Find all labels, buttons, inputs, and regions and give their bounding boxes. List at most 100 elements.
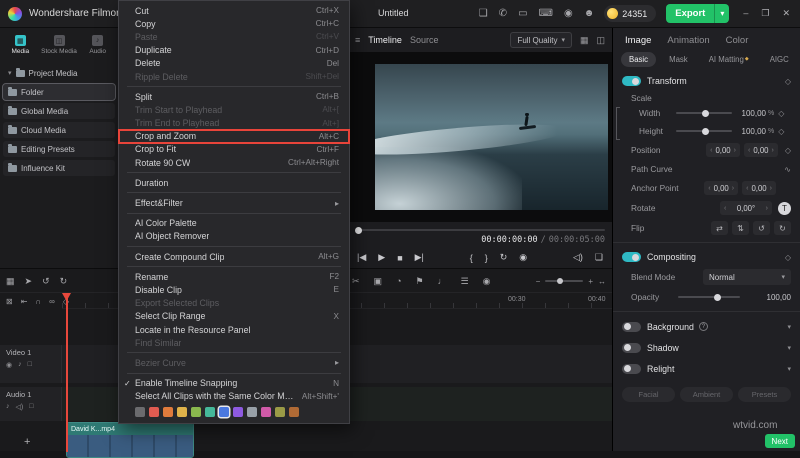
media-folder-item[interactable]: Influence Kit xyxy=(3,160,115,176)
menu-item[interactable]: Create Compound Clip Alt+G xyxy=(119,250,349,263)
rotate-ccw-button[interactable]: ↺ xyxy=(753,221,770,235)
background-toggle[interactable] xyxy=(622,321,641,332)
menu-item[interactable]: Select All Clips with the Same Color Mar… xyxy=(119,390,349,403)
increment-icon[interactable]: › xyxy=(734,147,736,154)
anchor-x-input[interactable]: ‹ 0,00 › xyxy=(704,181,739,195)
opacity-slider[interactable] xyxy=(678,293,740,301)
mute-icon[interactable]: ♪ xyxy=(6,403,10,411)
close-button[interactable]: ✕ xyxy=(782,8,790,19)
gift-icon[interactable]: ❑ xyxy=(479,8,488,19)
zoom-slider-handle[interactable] xyxy=(556,278,563,284)
media-tab-stock-media[interactable]: ◫ Stock Media xyxy=(41,32,78,58)
add-track-button[interactable]: + xyxy=(24,436,30,448)
credits-badge[interactable]: 24351 xyxy=(604,5,657,22)
media-tab-audio[interactable]: ♪ Audio xyxy=(79,32,116,58)
link-icon[interactable]: ∞ xyxy=(49,297,55,306)
tab-image[interactable]: Image xyxy=(625,35,651,46)
tab-color[interactable]: Color xyxy=(726,35,749,46)
compare-view-icon[interactable]: ◫ xyxy=(596,35,605,46)
decrement-icon[interactable]: ‹ xyxy=(746,185,748,192)
menu-item[interactable]: Duplicate Ctrl+D xyxy=(119,44,349,57)
snapshot-icon[interactable]: ◉ xyxy=(519,252,527,263)
notifications-icon[interactable]: ◉ xyxy=(564,8,573,19)
path-curve-icon[interactable]: ∿ xyxy=(784,165,791,174)
menu-item[interactable]: Select Clip Range X xyxy=(119,310,349,323)
color-mark-swatch[interactable] xyxy=(219,406,229,417)
width-value[interactable]: 100,00 xyxy=(739,109,766,118)
zoom-out-icon[interactable]: − xyxy=(536,277,541,286)
media-folder-item[interactable]: Editing Presets xyxy=(3,141,115,157)
tab-source[interactable]: Source xyxy=(410,35,439,45)
menu-item[interactable]: Rotate 90 CW Ctrl+Alt+Right xyxy=(119,156,349,169)
next-button[interactable]: Next xyxy=(764,434,795,448)
keyframe-diamond-icon[interactable]: ◇ xyxy=(778,127,784,136)
stop-icon[interactable]: ■ xyxy=(397,253,402,263)
pointer-tool-icon[interactable]: ➤ xyxy=(25,276,33,287)
maximize-button[interactable]: ❐ xyxy=(761,8,769,19)
increment-icon[interactable]: › xyxy=(770,185,772,192)
facial-button[interactable]: Facial xyxy=(622,387,675,402)
blend-mode-select[interactable]: Normal ▾ xyxy=(703,269,791,285)
decrement-icon[interactable]: ‹ xyxy=(710,147,712,154)
menu-item[interactable]: Crop and Zoom Alt+C xyxy=(118,128,350,144)
color-mark-swatch[interactable] xyxy=(191,406,201,417)
color-mark-swatch[interactable] xyxy=(135,406,145,417)
flip-vertical-button[interactable]: ⇅ xyxy=(732,221,749,235)
shadow-toggle[interactable] xyxy=(622,342,641,353)
anchor-y-input[interactable]: ‹ 0,00 › xyxy=(742,181,776,195)
speaker-icon[interactable]: ◁) xyxy=(573,252,583,263)
scrubber-handle[interactable] xyxy=(355,226,362,234)
color-mark-swatch[interactable] xyxy=(275,406,285,417)
track-header[interactable]: Audio 1 ♪ ◁) □ xyxy=(0,387,62,421)
increment-icon[interactable]: › xyxy=(766,205,768,212)
next-frame-icon[interactable]: ▶| xyxy=(415,252,424,263)
menu-item[interactable]: Rename F2 xyxy=(119,270,349,283)
menu-item[interactable]: Disable Clip E xyxy=(119,283,349,296)
mute-icon[interactable]: ♪ xyxy=(18,361,22,369)
eye-icon[interactable]: ◉ xyxy=(6,361,12,369)
preview-scrubber[interactable] xyxy=(348,225,612,235)
keyframe-diamond-icon[interactable]: ◇ xyxy=(785,146,791,155)
mixer-icon[interactable]: ☰ xyxy=(461,276,469,287)
menu-item[interactable]: Effect&Filter ▸ xyxy=(119,196,349,209)
track-header[interactable]: Video 1 ◉ ♪ □ xyxy=(0,345,62,383)
decrement-icon[interactable]: ‹ xyxy=(724,205,726,212)
color-mark-swatch[interactable] xyxy=(233,406,243,417)
media-folder-item[interactable]: ▾ Project Media xyxy=(3,65,115,81)
lock-icon[interactable]: □ xyxy=(29,403,33,411)
rotate-cw-button[interactable]: ↻ xyxy=(774,221,791,235)
media-folder-item[interactable]: Cloud Media xyxy=(3,122,115,138)
delete-icon[interactable]: ⊠ xyxy=(6,297,13,306)
snapshot-icon[interactable]: ◉ xyxy=(483,276,491,287)
panel-toggle-icon[interactable]: ≡ xyxy=(355,35,360,45)
undo-icon[interactable]: ↺ xyxy=(42,276,50,287)
position-x-input[interactable]: ‹ 0,00 › xyxy=(706,143,740,157)
ripple-delete-icon[interactable]: ⇤ xyxy=(21,297,28,306)
phone-mirror-icon[interactable]: ✆ xyxy=(499,8,507,19)
increment-icon[interactable]: › xyxy=(732,185,734,192)
media-manager-icon[interactable]: ▦ xyxy=(6,276,15,287)
menu-item[interactable]: Crop to Fit Ctrl+F xyxy=(119,143,349,156)
subtab-basic[interactable]: Basic xyxy=(621,51,657,67)
menu-item[interactable]: Cut Ctrl+X xyxy=(119,4,349,17)
previous-frame-icon[interactable]: |◀ xyxy=(357,252,366,263)
quality-selector[interactable]: Full Quality ▾ xyxy=(510,32,572,48)
volume-icon[interactable]: ◁) xyxy=(16,403,24,411)
ambient-button[interactable]: Ambient xyxy=(680,387,733,402)
tab-animation[interactable]: Animation xyxy=(667,35,709,46)
color-mark-swatch[interactable] xyxy=(163,406,173,417)
rotate-mode-badge[interactable]: T xyxy=(778,201,791,215)
presets-button[interactable]: Presets xyxy=(738,387,791,402)
playhead[interactable] xyxy=(66,293,68,452)
video-frame[interactable] xyxy=(375,64,608,210)
zoom-fit-icon[interactable]: ↔ xyxy=(598,277,606,286)
keyframe-diamond-icon[interactable]: ◇ xyxy=(785,253,791,262)
media-folder-item[interactable]: Folder xyxy=(2,83,116,101)
compositing-toggle[interactable] xyxy=(622,252,641,262)
minimize-button[interactable]: – xyxy=(743,8,748,19)
scrubber-track[interactable] xyxy=(355,226,605,234)
keyboard-shortcuts-icon[interactable]: ⌨ xyxy=(539,8,553,19)
menu-item[interactable]: Copy Ctrl+C xyxy=(119,17,349,30)
position-y-input[interactable]: ‹ 0,00 › xyxy=(743,143,778,157)
color-mark-swatch[interactable] xyxy=(205,406,215,417)
